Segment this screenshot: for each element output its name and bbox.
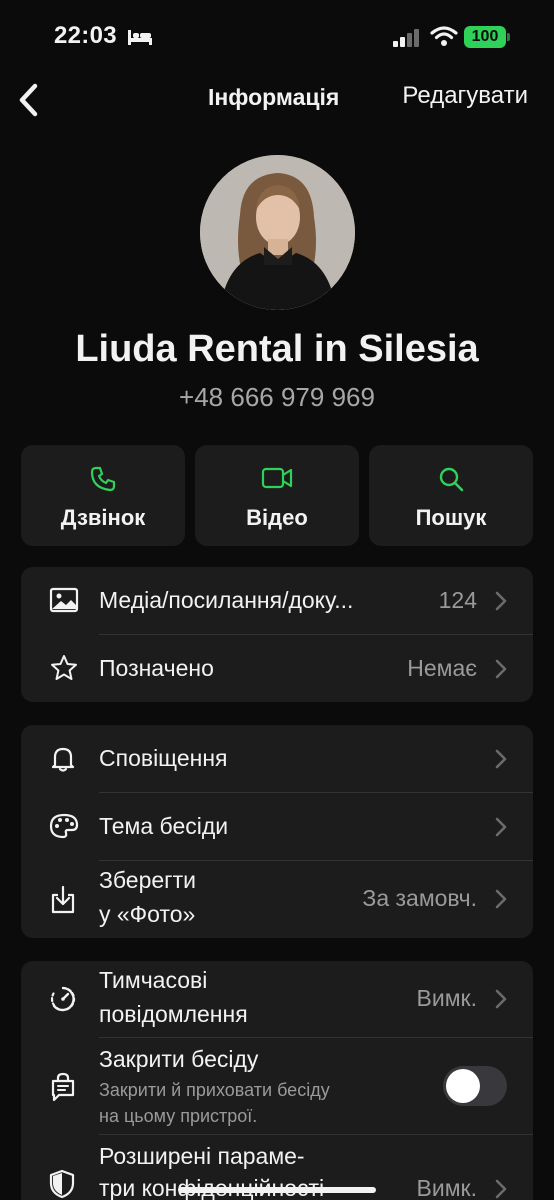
row-chat-theme[interactable]: Тема бесіди <box>21 793 533 860</box>
chevron-right-icon <box>495 1179 507 1199</box>
notifications-theme-group: Сповіщення Тема бесіди Зберегти у «Фото»… <box>21 725 533 938</box>
row-disappearing-messages[interactable]: Тимчасові повідомлення Вимк. <box>21 961 533 1037</box>
row-media[interactable]: Медіа/посилання/доку... 124 <box>21 567 533 634</box>
shield-icon <box>49 1169 75 1199</box>
status-bar: 22:03 100 <box>0 0 554 76</box>
palette-icon <box>49 813 79 839</box>
row-media-label: Медіа/посилання/доку... <box>99 587 354 613</box>
avatar[interactable] <box>200 155 355 310</box>
row-lock-chat: Закрити бесіду Закрити й приховати бесід… <box>21 1038 533 1134</box>
row-advanced-privacy-label-1: Розширені параме- <box>99 1143 305 1169</box>
search-label: Пошук <box>415 505 487 530</box>
row-notifications[interactable]: Сповіщення <box>21 725 533 792</box>
wifi-icon <box>430 26 458 46</box>
row-chat-theme-label: Тема бесіди <box>99 813 229 839</box>
battery-indicator: 100 <box>464 26 506 48</box>
row-starred[interactable]: Позначено Немає <box>21 635 533 702</box>
row-lock-chat-sub-2: на цьому пристрої. <box>99 1106 258 1126</box>
timer-icon <box>50 986 76 1012</box>
privacy-group: Тимчасові повідомлення Вимк. Закрити бес… <box>21 961 533 1200</box>
row-save-to-photos-label-1: Зберегти <box>99 867 196 893</box>
row-advanced-privacy-value: Вимк. <box>416 1175 477 1200</box>
battery-tip <box>507 33 510 41</box>
phone-icon <box>90 466 116 492</box>
download-icon <box>51 885 75 914</box>
video-button[interactable]: Відео <box>195 445 359 546</box>
chevron-right-icon <box>495 817 507 837</box>
call-button[interactable]: Дзвінок <box>21 445 185 546</box>
search-icon <box>439 467 464 492</box>
chevron-left-icon[interactable] <box>14 80 44 120</box>
toggle-knob <box>446 1069 480 1103</box>
chevron-right-icon <box>495 989 507 1009</box>
row-save-to-photos-label-2: у «Фото» <box>99 901 196 927</box>
search-button[interactable]: Пошук <box>369 445 533 546</box>
lock-chat-icon <box>51 1072 75 1102</box>
row-lock-chat-label: Закрити бесіду <box>99 1046 259 1072</box>
row-disappearing-label-2: повідомлення <box>99 1001 248 1027</box>
row-lock-chat-sub-1: Закрити й приховати бесіду <box>99 1080 330 1100</box>
chevron-right-icon <box>495 591 507 611</box>
row-notifications-label: Сповіщення <box>99 745 228 771</box>
star-icon <box>51 655 77 680</box>
bed-icon <box>128 30 152 45</box>
edit-button[interactable]: Редагувати <box>402 82 528 110</box>
call-label: Дзвінок <box>60 505 146 530</box>
nav-bar: Інформація Редагувати <box>0 76 554 120</box>
contact-phone[interactable]: +48 666 979 969 <box>0 382 554 413</box>
row-media-count: 124 <box>438 587 477 613</box>
chevron-right-icon <box>495 749 507 769</box>
photo-icon <box>49 587 79 613</box>
signal-icon <box>393 29 419 47</box>
row-starred-label: Позначено <box>99 655 214 681</box>
contact-name: Liuda Rental in Silesia <box>75 328 479 370</box>
chevron-right-icon <box>495 659 507 679</box>
chevron-right-icon <box>495 889 507 909</box>
row-disappearing-label-1: Тимчасові <box>99 967 208 993</box>
action-buttons: Дзвінок Відео Пошук <box>21 445 533 546</box>
row-disappearing-value: Вимк. <box>416 985 477 1011</box>
lock-chat-toggle[interactable] <box>443 1066 507 1106</box>
row-save-to-photos-value: За замовч. <box>362 885 477 911</box>
video-label: Відео <box>246 505 308 530</box>
status-time: 22:03 <box>54 22 117 49</box>
video-icon <box>261 467 293 489</box>
page-title: Інформація <box>208 84 340 110</box>
row-save-to-photos[interactable]: Зберегти у «Фото» За замовч. <box>21 861 533 938</box>
bell-icon <box>51 747 75 772</box>
row-starred-value: Немає <box>407 655 477 681</box>
home-indicator[interactable] <box>178 1187 376 1193</box>
media-starred-group: Медіа/посилання/доку... 124 Позначено Не… <box>21 567 533 702</box>
